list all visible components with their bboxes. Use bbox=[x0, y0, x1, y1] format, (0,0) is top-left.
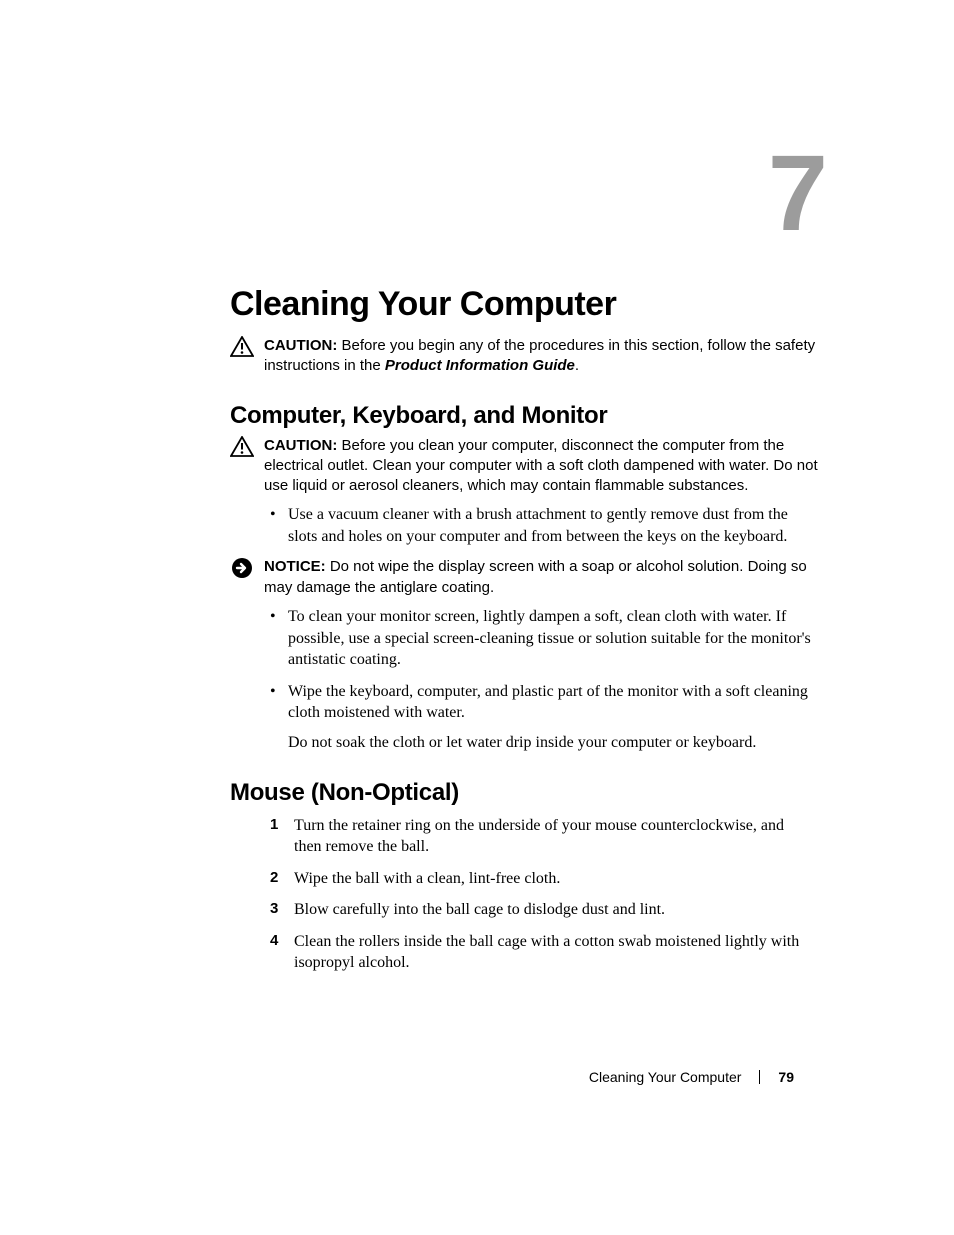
list-item: 1Turn the retainer ring on the underside… bbox=[270, 815, 814, 858]
caution-icon bbox=[230, 336, 254, 358]
caution-text-2: CAUTION: Before you clean your computer,… bbox=[264, 436, 844, 497]
caution-text-1: CAUTION: Before you begin any of the pro… bbox=[264, 336, 844, 377]
notice-text: NOTICE: Do not wipe the display screen w… bbox=[264, 557, 844, 598]
notice-icon bbox=[230, 557, 254, 579]
caution-callout-2: CAUTION: Before you clean your computer,… bbox=[115, 436, 844, 497]
caution-icon bbox=[230, 436, 254, 458]
notice-callout: NOTICE: Do not wipe the display screen w… bbox=[115, 557, 844, 598]
list-item: 4Clean the rollers inside the ball cage … bbox=[270, 931, 814, 974]
document-page: 7 Cleaning Your Computer CAUTION: Before… bbox=[0, 0, 954, 1235]
step-list: 1Turn the retainer ring on the underside… bbox=[115, 815, 844, 975]
footer-divider bbox=[759, 1070, 760, 1084]
page-footer: Cleaning Your Computer 79 bbox=[589, 1069, 794, 1085]
section-title-1: Computer, Keyboard, and Monitor bbox=[115, 402, 844, 430]
sub-paragraph: Do not soak the cloth or let water drip … bbox=[288, 732, 814, 754]
bullet-list-1: Use a vacuum cleaner with a brush attach… bbox=[115, 504, 844, 547]
caution-callout-1: CAUTION: Before you begin any of the pro… bbox=[115, 336, 844, 377]
list-item: 3Blow carefully into the ball cage to di… bbox=[270, 899, 814, 921]
page-number: 79 bbox=[778, 1069, 794, 1085]
list-item: Wipe the keyboard, computer, and plastic… bbox=[270, 681, 814, 754]
list-item: Use a vacuum cleaner with a brush attach… bbox=[270, 504, 814, 547]
list-item: To clean your monitor screen, lightly da… bbox=[270, 606, 814, 671]
chapter-title: Cleaning Your Computer bbox=[115, 285, 844, 324]
section-title-2: Mouse (Non-Optical) bbox=[115, 779, 844, 807]
list-item: 2Wipe the ball with a clean, lint-free c… bbox=[270, 868, 814, 890]
chapter-number: 7 bbox=[115, 130, 844, 255]
footer-section-name: Cleaning Your Computer bbox=[589, 1069, 742, 1085]
bullet-list-2: To clean your monitor screen, lightly da… bbox=[115, 606, 844, 754]
